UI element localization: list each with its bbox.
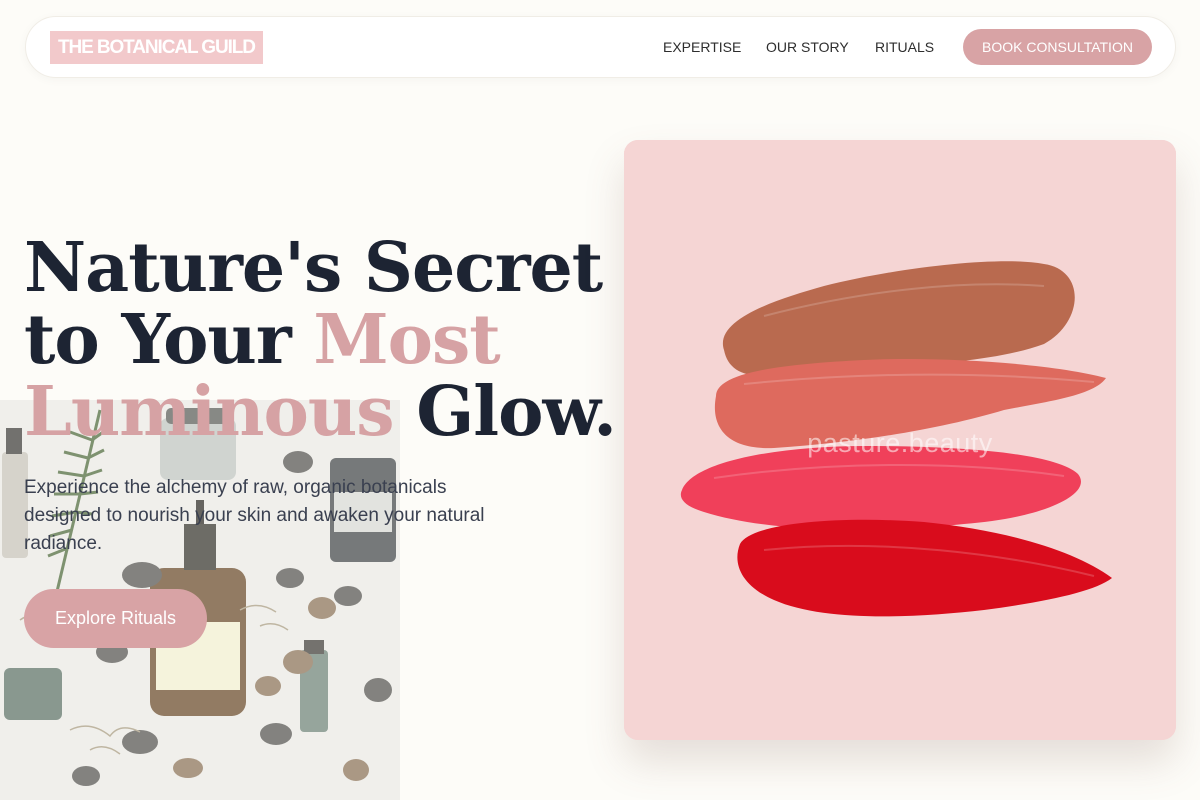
nav-link-rituals[interactable]: RITUALS (875, 39, 934, 55)
brand-logo[interactable]: THE BOTANICAL GUILD (50, 31, 263, 64)
explore-rituals-button[interactable]: Explore Rituals (24, 589, 207, 648)
navbar: THE BOTANICAL GUILD EXPERTISE OUR STORY … (25, 16, 1176, 78)
landing-page: THE BOTANICAL GUILD EXPERTISE OUR STORY … (0, 0, 1200, 800)
hero-headline: Nature's Secret to Your Most Luminous Gl… (24, 232, 624, 448)
headline-line-1: Nature's Secret (24, 228, 603, 308)
hero-subtext: Experience the alchemy of raw, organic b… (24, 477, 485, 554)
headline-line-2: to Your (24, 300, 314, 380)
book-consultation-button[interactable]: BOOK CONSULTATION (963, 29, 1152, 65)
nav-link-our-story[interactable]: OUR STORY (766, 39, 849, 55)
image-watermark: pasture.beauty (807, 428, 993, 458)
lipstick-swatches-image: pasture.beauty (624, 140, 1176, 740)
nav-link-expertise[interactable]: EXPERTISE (663, 39, 741, 55)
headline-line-3: Glow. (393, 372, 617, 452)
